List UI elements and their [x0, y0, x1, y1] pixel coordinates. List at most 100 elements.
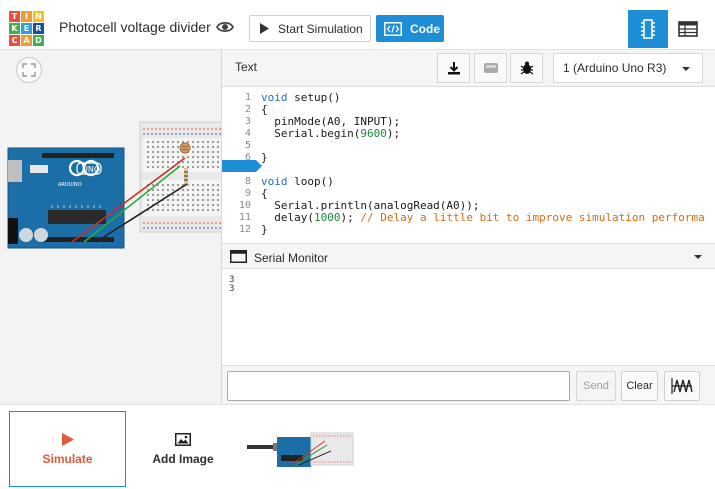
breadboard-hole: [192, 156, 194, 158]
breadboard-hole: [192, 151, 194, 153]
breadboard-hole: [187, 199, 189, 201]
breadboard-hole: [177, 146, 179, 148]
breadboard-hole: [157, 141, 159, 143]
breadboard-hole: [172, 204, 174, 206]
bug-icon: [520, 61, 533, 75]
breadboard-hole: [187, 209, 189, 211]
breadboard-hole: [192, 194, 194, 196]
breadboard-hole: [157, 209, 159, 211]
breadboard-hole: [197, 151, 199, 153]
breadboard-hole: [202, 204, 204, 206]
chevron-down-icon[interactable]: [694, 255, 702, 259]
eye-icon[interactable]: [216, 20, 234, 34]
breadboard-hole: [147, 204, 149, 206]
download-code-button[interactable]: [437, 53, 470, 83]
serial-monitor-header[interactable]: Serial Monitor: [222, 243, 715, 269]
start-simulation-button[interactable]: Start Simulation: [249, 15, 371, 42]
breadboard-hole: [197, 204, 199, 206]
tinkercad-app: T I N K E R C A D Photocell voltage divi…: [0, 0, 715, 489]
breadboard-hole: [147, 141, 149, 143]
line-number: 1: [244, 92, 251, 103]
breadboard-hole: [202, 166, 204, 168]
component-list-button[interactable]: [668, 10, 708, 48]
download-icon: [447, 62, 460, 75]
breadboard-hole: [162, 166, 164, 168]
breadboard-hole: [182, 156, 184, 158]
active-line-marker: [222, 160, 262, 172]
breadboard-hole: [207, 161, 209, 163]
breadboard-hole: [167, 151, 169, 153]
breadboard-hole: [187, 166, 189, 168]
breadboard-hole: [152, 194, 154, 196]
breadboard-hole: [177, 184, 179, 186]
logo-letter: I: [21, 11, 32, 22]
breadboard-hole: [212, 204, 214, 206]
breadboard-hole: [182, 204, 184, 206]
breadboard-hole: [207, 156, 209, 158]
breadboard-hole: [177, 151, 179, 153]
breadboard-hole: [152, 184, 154, 186]
code-button[interactable]: Code: [376, 15, 444, 42]
breadboard-hole: [187, 194, 189, 196]
tinkercad-logo[interactable]: T I N K E R C A D: [9, 11, 44, 46]
breadboard-hole: [207, 194, 209, 196]
breadboard-hole: [212, 166, 214, 168]
breadboard-hole: [162, 141, 164, 143]
breadboard-hole: [182, 166, 184, 168]
breadboard-hole: [202, 184, 204, 186]
clear-button[interactable]: Clear: [621, 371, 658, 401]
simulate-button[interactable]: Simulate: [9, 411, 126, 487]
breadboard-hole: [182, 189, 184, 191]
upload-device-icon: [483, 63, 498, 73]
circuit-thumbnail[interactable]: [247, 431, 355, 471]
add-image-button[interactable]: Add Image: [136, 411, 230, 487]
breadboard-hole: [187, 189, 189, 191]
breadboard-hole: [187, 156, 189, 158]
circuit-drawing: UNO ARDUINO: [7, 121, 221, 249]
breadboard-hole: [147, 151, 149, 153]
debugger-button[interactable]: [510, 53, 543, 83]
resistor[interactable]: [184, 168, 188, 186]
breadboard-hole: [167, 161, 169, 163]
project-title[interactable]: Photocell voltage divider: [59, 19, 211, 35]
arduino-board[interactable]: UNO ARDUINO: [7, 147, 125, 249]
breadboard-hole: [202, 146, 204, 148]
breadboard[interactable]: [139, 121, 221, 233]
line-number: 8: [244, 176, 251, 187]
start-simulation-label: Start Simulation: [278, 21, 363, 36]
code-editor[interactable]: 123456789101112 void setup(){ pinMode(A0…: [222, 87, 715, 240]
breadboard-hole: [217, 209, 219, 211]
breadboard-hole: [202, 199, 204, 201]
breadboard-hole: [192, 161, 194, 163]
breadboard-hole: [197, 161, 199, 163]
breadboard-hole: [217, 156, 219, 158]
serial-monitor-title: Serial Monitor: [254, 251, 329, 265]
upload-button[interactable]: [474, 53, 507, 83]
breadboard-hole: [212, 189, 214, 191]
serial-input-bar: Send Clear: [222, 365, 715, 404]
breadboard-hole: [172, 146, 174, 148]
circuit-canvas[interactable]: UNO ARDUINO: [0, 50, 221, 404]
breadboard-hole: [157, 146, 159, 148]
breadboard-hole: [162, 156, 164, 158]
breadboard-hole: [167, 166, 169, 168]
breadboard-hole: [212, 161, 214, 163]
breadboard-hole: [192, 141, 194, 143]
send-button[interactable]: Send: [576, 371, 616, 401]
serial-input[interactable]: [227, 371, 570, 401]
photoresistor[interactable]: [179, 142, 191, 154]
line-number: 9: [244, 188, 251, 199]
line-number: 4: [244, 128, 251, 139]
graph-toggle-button[interactable]: [664, 371, 700, 401]
breadboard-hole: [212, 209, 214, 211]
breadboard-hole: [217, 141, 219, 143]
serial-monitor-icon: [230, 250, 247, 263]
breadboard-hole: [177, 209, 179, 211]
breadboard-hole: [172, 209, 174, 211]
play-icon: [260, 23, 269, 34]
code-mode-select[interactable]: Text: [235, 60, 257, 74]
breadboard-hole: [197, 141, 199, 143]
device-select[interactable]: 1 (Arduino Uno R3): [553, 53, 703, 83]
components-view-button[interactable]: [628, 10, 668, 48]
breadboard-hole: [157, 199, 159, 201]
